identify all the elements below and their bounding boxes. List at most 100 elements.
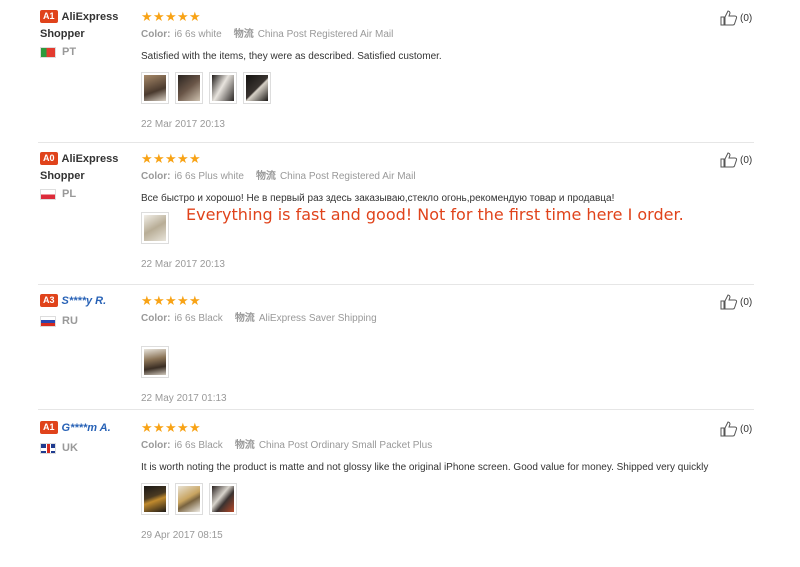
shipping-label: 物流 bbox=[255, 171, 276, 182]
review-photo[interactable] bbox=[175, 72, 203, 104]
reviewer-country: PT bbox=[40, 46, 132, 58]
review-photo[interactable] bbox=[175, 483, 203, 515]
review-photos bbox=[141, 346, 741, 378]
flag-icon bbox=[40, 188, 56, 200]
order-meta: Color: i6 6s Black 物流 AliExpress Saver Ship… bbox=[141, 312, 741, 326]
star-icon: ★ bbox=[165, 151, 177, 166]
buyer-level-badge: A0 bbox=[40, 152, 58, 165]
shipping-value: China Post Ordinary Small Packet Plus bbox=[258, 440, 433, 451]
star-icon: ★ bbox=[177, 420, 189, 435]
buyer-level-badge: A3 bbox=[40, 294, 58, 307]
shipping-label: 物流 bbox=[234, 313, 255, 324]
like-button[interactable]: (0) bbox=[720, 421, 752, 437]
star-icon: ★ bbox=[177, 151, 189, 166]
thumbs-up-icon bbox=[720, 152, 738, 168]
like-count: (0) bbox=[740, 154, 753, 166]
shipping-value: AliExpress Saver Shipping bbox=[258, 313, 377, 324]
review-item: A1 G****m A. UK ★★★★★ Color: i6 6s Black 物流… bbox=[0, 419, 800, 564]
reviewer-name[interactable]: S****y R. bbox=[62, 295, 107, 307]
shipping-value: China Post Registered Air Mail bbox=[257, 29, 394, 40]
review-text: Все быстро и хорошо! Не в первый раз зде… bbox=[141, 193, 615, 204]
color-value: i6 6s Black bbox=[174, 440, 223, 451]
like-button[interactable]: (0) bbox=[720, 294, 752, 310]
review-date: 22 Mar 2017 20:13 bbox=[141, 119, 225, 130]
review-divider bbox=[38, 284, 754, 285]
review-photo[interactable] bbox=[243, 72, 271, 104]
star-icon: ★ bbox=[153, 293, 165, 308]
order-meta: Color: i6 6s Plus white 物流 China Post Regis… bbox=[141, 170, 741, 184]
order-meta: Color: i6 6s white 物流 China Post Registered… bbox=[141, 28, 741, 42]
review-photo[interactable] bbox=[141, 483, 169, 515]
like-button[interactable]: (0) bbox=[720, 10, 752, 26]
country-code: UK bbox=[62, 442, 78, 454]
reviewer-country: PL bbox=[40, 188, 132, 200]
star-icon: ★ bbox=[165, 293, 177, 308]
review-body: ★★★★★ Color: i6 6s white 物流 China Post Regi… bbox=[141, 10, 741, 132]
translation-annotation: Everything is fast and good! Not for the… bbox=[186, 205, 684, 224]
buyer-level-badge: A1 bbox=[40, 421, 58, 434]
reviewer-info: A1 G****m A. UK bbox=[40, 419, 132, 454]
review-photo[interactable] bbox=[209, 72, 237, 104]
like-count: (0) bbox=[740, 423, 753, 435]
color-label: Color: bbox=[141, 29, 171, 40]
review-body: ★★★★★ Color: i6 6s Black 物流 AliExpress Save… bbox=[141, 294, 741, 406]
like-count: (0) bbox=[740, 296, 753, 308]
star-icon: ★ bbox=[153, 151, 165, 166]
thumbs-up-icon bbox=[720, 294, 738, 310]
flag-icon bbox=[40, 442, 56, 454]
review-text: Satisfied with the items, they were as d… bbox=[141, 51, 442, 62]
buyer-level-badge: A1 bbox=[40, 10, 58, 23]
star-icon: ★ bbox=[141, 293, 153, 308]
review-photo[interactable] bbox=[209, 483, 237, 515]
review-photos bbox=[141, 483, 741, 515]
reviewer-country: RU bbox=[40, 315, 132, 327]
color-value: i6 6s Plus white bbox=[174, 171, 244, 182]
color-label: Color: bbox=[141, 171, 171, 182]
reviewer-info: A1 AliExpress Shopper PT bbox=[40, 8, 132, 58]
star-icon: ★ bbox=[141, 151, 153, 166]
star-icon: ★ bbox=[189, 151, 201, 166]
reviewer-name[interactable]: G****m A. bbox=[62, 422, 111, 434]
thumbs-up-icon bbox=[720, 10, 738, 26]
color-value: i6 6s white bbox=[174, 29, 222, 40]
reviewer-info: A0 AliExpress Shopper PL bbox=[40, 150, 132, 200]
star-icon: ★ bbox=[153, 420, 165, 435]
review-photo[interactable] bbox=[141, 72, 169, 104]
review-body: ★★★★★ Color: i6 6s Black 物流 China Post Ordi… bbox=[141, 421, 741, 543]
star-icon: ★ bbox=[189, 9, 201, 24]
review-date: 22 Mar 2017 20:13 bbox=[141, 259, 225, 270]
star-icon: ★ bbox=[153, 9, 165, 24]
reviewer-info: A3 S****y R. RU bbox=[40, 292, 132, 327]
star-rating: ★★★★★ bbox=[141, 294, 741, 308]
flag-icon bbox=[40, 46, 56, 58]
thumbs-up-icon bbox=[720, 421, 738, 437]
review-divider bbox=[38, 142, 754, 143]
star-icon: ★ bbox=[165, 420, 177, 435]
review-item: A3 S****y R. RU ★★★★★ Color: i6 6s Black 物流… bbox=[0, 292, 800, 409]
like-button[interactable]: (0) bbox=[720, 152, 752, 168]
shipping-label: 物流 bbox=[234, 440, 255, 451]
star-icon: ★ bbox=[141, 9, 153, 24]
color-label: Color: bbox=[141, 440, 171, 451]
review-photo[interactable] bbox=[141, 346, 169, 378]
reviewer-country: UK bbox=[40, 442, 132, 454]
country-code: RU bbox=[62, 315, 78, 327]
star-icon: ★ bbox=[189, 420, 201, 435]
review-photo[interactable] bbox=[141, 212, 169, 244]
star-icon: ★ bbox=[177, 9, 189, 24]
color-value: i6 6s Black bbox=[174, 313, 223, 324]
star-rating: ★★★★★ bbox=[141, 10, 741, 24]
flag-icon bbox=[40, 315, 56, 327]
shipping-label: 物流 bbox=[233, 29, 254, 40]
star-rating: ★★★★★ bbox=[141, 421, 741, 435]
star-icon: ★ bbox=[165, 9, 177, 24]
order-meta: Color: i6 6s Black 物流 China Post Ordinary S… bbox=[141, 439, 741, 453]
review-date: 22 May 2017 01:13 bbox=[141, 393, 227, 404]
country-code: PL bbox=[62, 188, 77, 200]
review-photos bbox=[141, 72, 741, 104]
shipping-value: China Post Registered Air Mail bbox=[279, 171, 416, 182]
review-item: A1 AliExpress Shopper PT ★★★★★ Color: i6 6… bbox=[0, 8, 800, 143]
star-rating: ★★★★★ bbox=[141, 152, 741, 166]
country-code: PT bbox=[62, 46, 77, 58]
star-icon: ★ bbox=[141, 420, 153, 435]
